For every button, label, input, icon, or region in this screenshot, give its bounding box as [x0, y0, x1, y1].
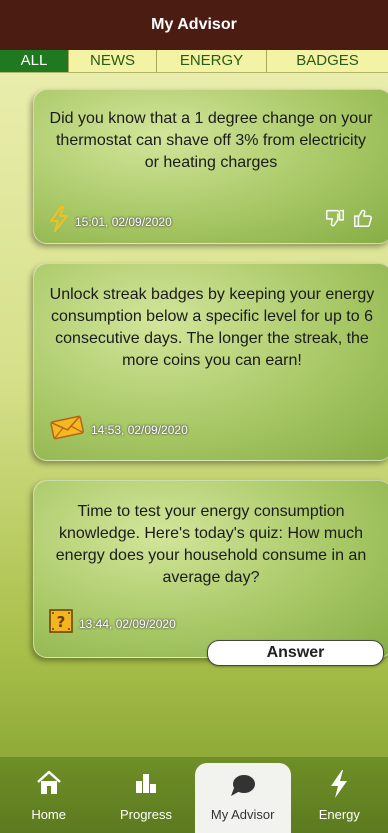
filter-tabs: ALL NEWS ENERGY BADGES [0, 50, 388, 73]
nav-label: Progress [119, 807, 172, 822]
chat-bubble-icon [228, 771, 258, 804]
thumbs-up-icon[interactable] [352, 207, 374, 234]
bar-chart-icon [133, 769, 159, 800]
feedback-buttons [324, 207, 374, 234]
quiz-card[interactable]: Time to test your energy consumption kno… [33, 480, 388, 658]
tab-energy[interactable]: ENERGY [156, 50, 266, 72]
envelope-icon [49, 414, 85, 445]
home-icon [35, 769, 63, 800]
card-timestamp: 15:01, 02/09/2020 [75, 214, 172, 229]
card-message: Unlock streak badges by keeping your ene… [49, 286, 375, 369]
tab-all[interactable]: ALL [0, 50, 68, 72]
question-block-icon: ? [49, 609, 73, 638]
card-footer: ? 13:44, 02/09/2020 [49, 609, 176, 638]
nav-energy[interactable]: Energy [291, 757, 388, 833]
answer-button[interactable]: Answer [207, 640, 384, 666]
card-message: Did you know that a 1 degree change on y… [49, 110, 373, 171]
nav-label: My Advisor [210, 807, 275, 822]
app-header: My Advisor [0, 0, 388, 50]
bottom-navigation: Home Progress My Advisor Energy [0, 757, 388, 833]
tab-badges[interactable]: BADGES [266, 50, 388, 72]
card-message: Time to test your energy consumption kno… [55, 503, 367, 586]
lightning-icon [49, 206, 69, 237]
svg-text:?: ? [57, 613, 66, 631]
tab-news[interactable]: NEWS [68, 50, 156, 72]
nav-my-advisor[interactable]: My Advisor [194, 763, 291, 833]
card-timestamp: 14:53, 02/09/2020 [91, 422, 188, 437]
nav-label: Energy [318, 807, 360, 822]
nav-label: Home [31, 807, 66, 822]
card-timestamp: 13:44, 02/09/2020 [79, 616, 176, 631]
advice-card[interactable]: Unlock streak badges by keeping your ene… [33, 263, 388, 461]
card-footer: 14:53, 02/09/2020 [49, 414, 188, 445]
advice-card[interactable]: Did you know that a 1 degree change on y… [33, 89, 388, 244]
nav-home[interactable]: Home [0, 757, 97, 833]
nav-progress[interactable]: Progress [97, 757, 194, 833]
lightning-icon [328, 769, 350, 802]
thumbs-down-icon[interactable] [324, 207, 346, 234]
card-footer: 15:01, 02/09/2020 [49, 206, 172, 237]
page-title: My Advisor [151, 16, 237, 33]
